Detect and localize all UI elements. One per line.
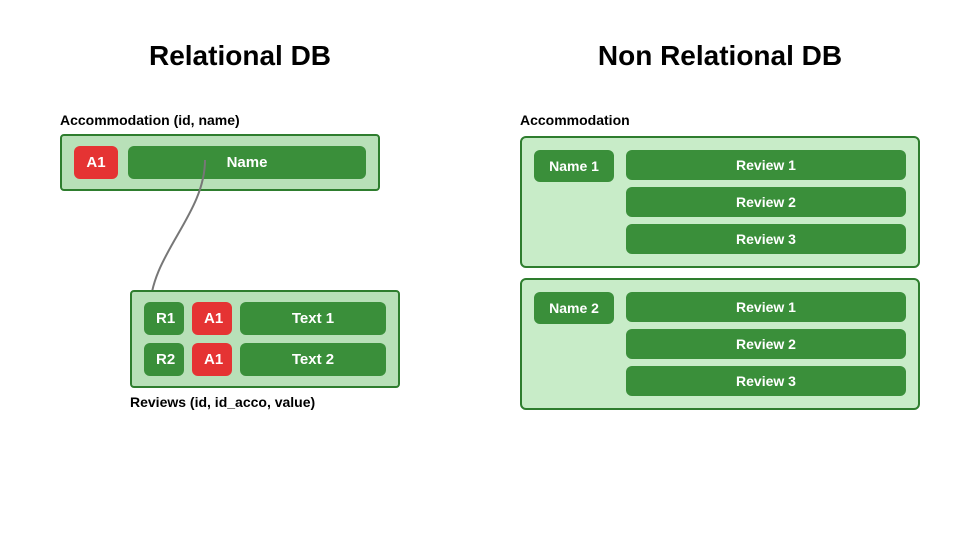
nr-name-2: Name 2 [534, 292, 614, 324]
nr-review-2-1: Review 1 [626, 292, 906, 322]
reviews-table: R1 A1 Text 1 R2 A1 Text 2 [130, 290, 400, 388]
review2-acco: A1 [192, 343, 232, 376]
nr-reviews-col-1: Review 1 Review 2 Review 3 [626, 150, 906, 254]
nr-review-1-2: Review 2 [626, 187, 906, 217]
reviews-row-2: R2 A1 Text 2 [144, 343, 386, 376]
reviews-label: Reviews (id, id_acco, value) [130, 394, 400, 410]
right-title: Non Relational DB [520, 40, 920, 72]
nr-review-2-2: Review 2 [626, 329, 906, 359]
review1-id: R1 [144, 302, 184, 335]
right-side: Non Relational DB Accommodation Name 1 R… [480, 0, 960, 540]
left-side: Relational DB Accommodation (id, name) A… [0, 0, 480, 540]
main-container: Relational DB Accommodation (id, name) A… [0, 0, 960, 540]
accommodation-id-cell: A1 [74, 146, 118, 179]
review1-acco: A1 [192, 302, 232, 335]
nr-accommodation-2: Name 2 Review 1 Review 2 Review 3 [520, 278, 920, 410]
nr-reviews-col-2: Review 1 Review 2 Review 3 [626, 292, 906, 396]
nr-name-1: Name 1 [534, 150, 614, 182]
reviews-row-1: R1 A1 Text 1 [144, 302, 386, 335]
nr-review-1-1: Review 1 [626, 150, 906, 180]
accommodation-table: A1 Name [60, 134, 380, 191]
nr-review-2-3: Review 3 [626, 366, 906, 396]
nr-review-1-3: Review 3 [626, 224, 906, 254]
nr-accommodation-label: Accommodation [520, 112, 920, 128]
nr-accommodation-1: Name 1 Review 1 Review 2 Review 3 [520, 136, 920, 268]
review1-value: Text 1 [240, 302, 386, 335]
accommodation-name-cell: Name [128, 146, 366, 179]
review2-id: R2 [144, 343, 184, 376]
review2-value: Text 2 [240, 343, 386, 376]
reviews-table-wrapper: R1 A1 Text 1 R2 A1 Text 2 Reviews (id, i… [130, 290, 400, 410]
left-title: Relational DB [60, 40, 420, 72]
accommodation-label: Accommodation (id, name) [60, 112, 440, 128]
